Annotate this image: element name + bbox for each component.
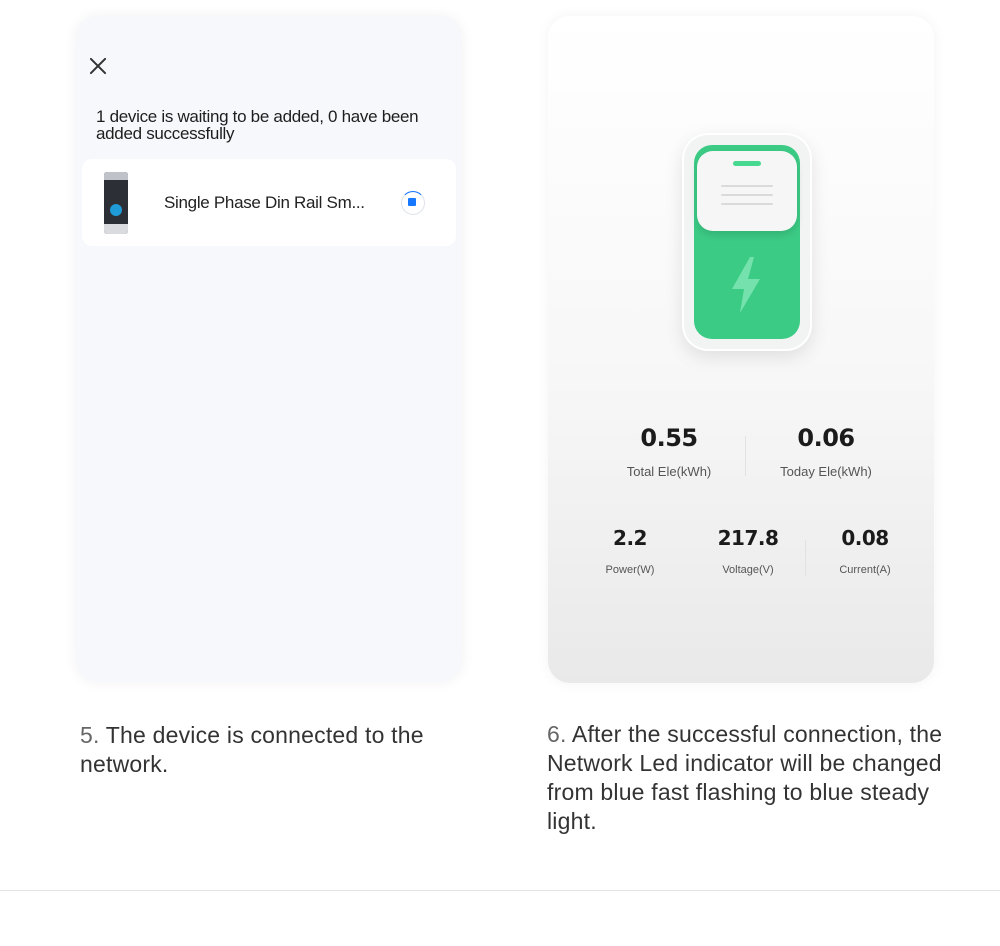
bottom-divider xyxy=(0,890,1000,891)
device-thumbnail xyxy=(104,172,128,234)
step5-text: The device is connected to the network. xyxy=(80,722,424,777)
loading-spinner-icon xyxy=(401,191,425,215)
current-value: 0.08 xyxy=(841,526,889,550)
switch-cap xyxy=(697,151,797,231)
status-led xyxy=(733,161,761,166)
device-list-item[interactable]: Single Phase Din Rail Sm... xyxy=(82,159,456,246)
switch-body xyxy=(694,145,800,339)
power-value: 2.2 xyxy=(613,526,647,550)
waiting-status-text: 1 device is waiting to be added, 0 have … xyxy=(96,107,419,143)
total-ele-value: 0.55 xyxy=(640,424,698,452)
voltage-label: Voltage(V) xyxy=(722,564,774,576)
power-label: Power(W) xyxy=(605,564,655,576)
step6-text: After the successful connection, the Net… xyxy=(547,721,943,834)
device-adding-screen: 1 device is waiting to be added, 0 have … xyxy=(76,16,462,682)
today-ele-label: Today Ele(kWh) xyxy=(780,464,872,479)
total-ele-label: Total Ele(kWh) xyxy=(626,464,712,479)
stats-divider xyxy=(805,540,806,576)
device-dashboard-screen: 0.55 Total Ele(kWh) 0.06 Today Ele(kWh) … xyxy=(548,16,934,683)
step6-caption: 6. After the successful connection, the … xyxy=(547,720,959,836)
current-label: Current(A) xyxy=(839,564,891,576)
today-ele-value: 0.06 xyxy=(797,424,855,452)
power-switch[interactable] xyxy=(682,133,812,351)
close-icon[interactable] xyxy=(86,54,110,78)
voltage-value: 217.8 xyxy=(717,526,779,550)
step5-caption: 5. The device is connected to the networ… xyxy=(80,721,470,779)
device-name: Single Phase Din Rail Sm... xyxy=(164,193,365,212)
step5-number: 5. xyxy=(80,722,100,748)
stats-divider xyxy=(745,436,746,476)
step6-number: 6. xyxy=(547,721,567,747)
lightning-bolt-icon xyxy=(732,257,760,313)
